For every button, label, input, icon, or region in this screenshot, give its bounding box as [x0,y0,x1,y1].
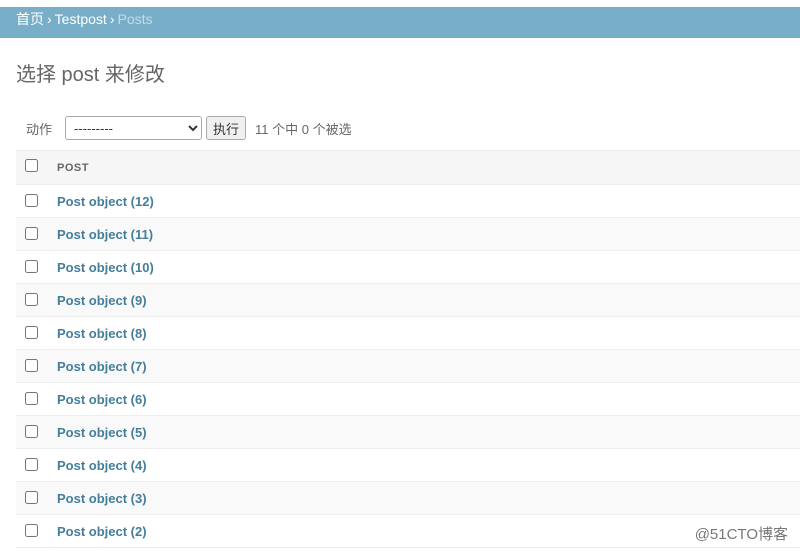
row-object-cell: Post object (7) [57,349,800,383]
table-row: Post object (5) [16,415,800,449]
row-checkbox[interactable] [25,490,38,504]
row-object-cell: Post object (11) [57,217,800,251]
row-checkbox-cell [16,283,57,317]
table-row: Post object (8) [16,316,800,350]
row-checkbox[interactable] [25,325,38,339]
select-all-checkbox[interactable] [25,159,38,172]
row-object-cell: Post object (2) [57,514,800,548]
row-object-cell: Post object (6) [57,382,800,416]
table-row: Post object (10) [16,250,800,284]
row-checkbox[interactable] [25,391,38,405]
row-checkbox-cell [16,481,57,515]
action-select[interactable]: --------- [65,116,203,140]
row-checkbox[interactable] [25,424,38,438]
breadcrumb-separator: › [47,11,52,27]
breadcrumb-separator: › [109,11,115,27]
post-object-link[interactable]: Post object (6) [57,392,147,407]
table-row: Post object (11) [16,217,800,251]
go-button[interactable]: 执行 [206,116,247,140]
page-title: 选择 post 来修改 [16,64,165,86]
row-checkbox-cell [16,184,57,218]
table-row: Post object (7) [16,349,800,383]
row-checkbox[interactable] [25,523,38,537]
select-all-cell [16,150,57,185]
action-bar: 动作 --------- 执行 11 个中 0 个被选 [16,113,800,143]
row-object-cell: Post object (3) [57,481,800,515]
row-object-cell: Post object (4) [57,448,800,482]
row-checkbox-cell [16,514,57,548]
table-row: Post object (4) [16,448,800,482]
table-row: Post object (12) [16,184,800,218]
table-row: Post object (6) [16,382,800,416]
table-row: Post object (3) [16,481,800,515]
selection-counter: 11 个中 0 个被选 [255,121,352,137]
row-object-cell: Post object (10) [57,250,800,284]
row-object-cell: Post object (9) [57,283,800,317]
post-object-link[interactable]: Post object (9) [57,293,147,308]
row-checkbox-cell [16,448,57,482]
post-object-link[interactable]: Post object (4) [57,458,147,473]
row-checkbox[interactable] [25,457,38,471]
watermark: @51CTO博客 [692,523,790,544]
post-object-link[interactable]: Post object (2) [57,524,147,539]
breadcrumb-home-link[interactable]: 首页 [16,11,44,27]
row-checkbox-cell [16,217,57,251]
breadcrumb: 首页 › Testpost › Posts [0,7,800,38]
breadcrumb-app-link[interactable]: Testpost [55,11,107,27]
row-checkbox[interactable] [25,358,38,372]
post-object-link[interactable]: Post object (3) [57,491,147,506]
row-object-cell: Post object (12) [57,184,800,218]
row-object-cell: Post object (8) [57,316,800,350]
table-header-row: POST [16,150,800,185]
row-checkbox[interactable] [25,226,38,240]
row-checkbox-cell [16,415,57,449]
row-checkbox[interactable] [25,292,38,306]
post-object-link[interactable]: Post object (8) [57,326,147,341]
row-checkbox-cell [16,349,57,383]
breadcrumb-current: Posts [117,11,153,27]
action-label: 动作 [26,121,53,137]
row-checkbox-cell [16,316,57,350]
table-row: Post object (2) [16,514,800,548]
post-object-link[interactable]: Post object (7) [57,359,147,374]
column-header-post[interactable]: POST [57,150,800,185]
top-strip [0,0,800,7]
table-body: Post object (12) Post object (11) Post obj… [16,184,800,548]
result-list-table: POST Post object (12) Post object (11) Pos… [16,150,800,548]
row-checkbox[interactable] [25,193,38,207]
post-object-link[interactable]: Post object (12) [57,194,154,209]
post-object-link[interactable]: Post object (11) [57,227,153,242]
post-object-link[interactable]: Post object (5) [57,425,147,440]
row-object-cell: Post object (5) [57,415,800,449]
table-row: Post object (9) [16,283,800,317]
row-checkbox-cell [16,382,57,416]
row-checkbox-cell [16,250,57,284]
row-checkbox[interactable] [25,259,38,273]
post-object-link[interactable]: Post object (10) [57,260,154,275]
